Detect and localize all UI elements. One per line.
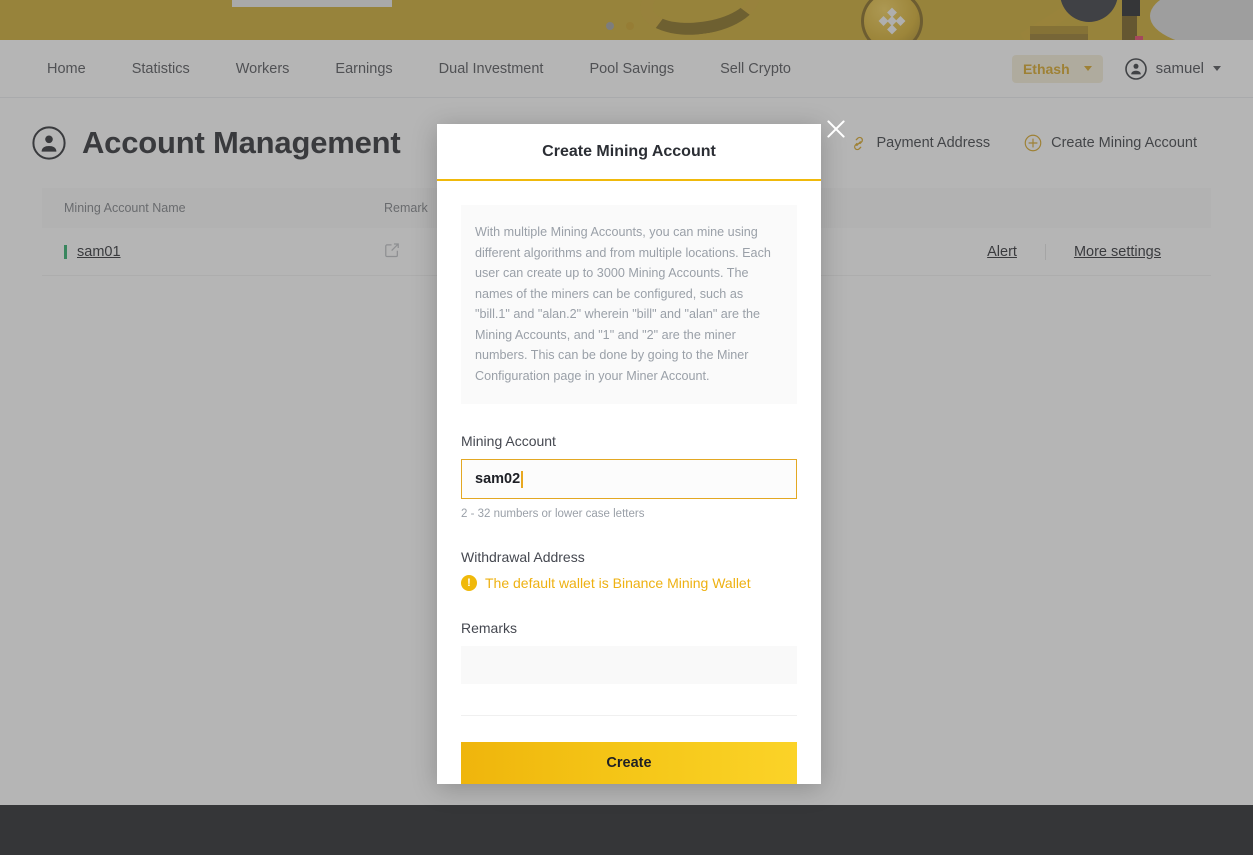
mining-account-hint: 2 - 32 numbers or lower case letters bbox=[461, 508, 645, 520]
withdrawal-address-label: Withdrawal Address bbox=[461, 549, 585, 565]
warning-icon: ! bbox=[461, 575, 477, 591]
create-mining-account-modal: Create Mining Account With multiple Mini… bbox=[437, 120, 845, 784]
remarks-label: Remarks bbox=[461, 620, 518, 636]
remarks-input[interactable] bbox=[461, 646, 797, 684]
text-cursor bbox=[521, 470, 523, 488]
create-button[interactable]: Create bbox=[461, 742, 797, 784]
withdrawal-address-notice: ! The default wallet is Binance Mining W… bbox=[461, 575, 797, 591]
close-icon[interactable] bbox=[823, 116, 849, 142]
modal-body: With multiple Mining Accounts, you can m… bbox=[437, 181, 821, 784]
mining-account-value: sam02 bbox=[475, 471, 521, 487]
mining-account-label: Mining Account bbox=[461, 433, 556, 449]
mining-account-input[interactable]: sam02 bbox=[461, 459, 797, 499]
modal-divider bbox=[461, 715, 797, 716]
withdrawal-address-notice-text: The default wallet is Binance Mining Wal… bbox=[485, 575, 751, 591]
modal-title: Create Mining Account bbox=[437, 124, 821, 181]
modal-info-text: With multiple Mining Accounts, you can m… bbox=[461, 205, 797, 404]
